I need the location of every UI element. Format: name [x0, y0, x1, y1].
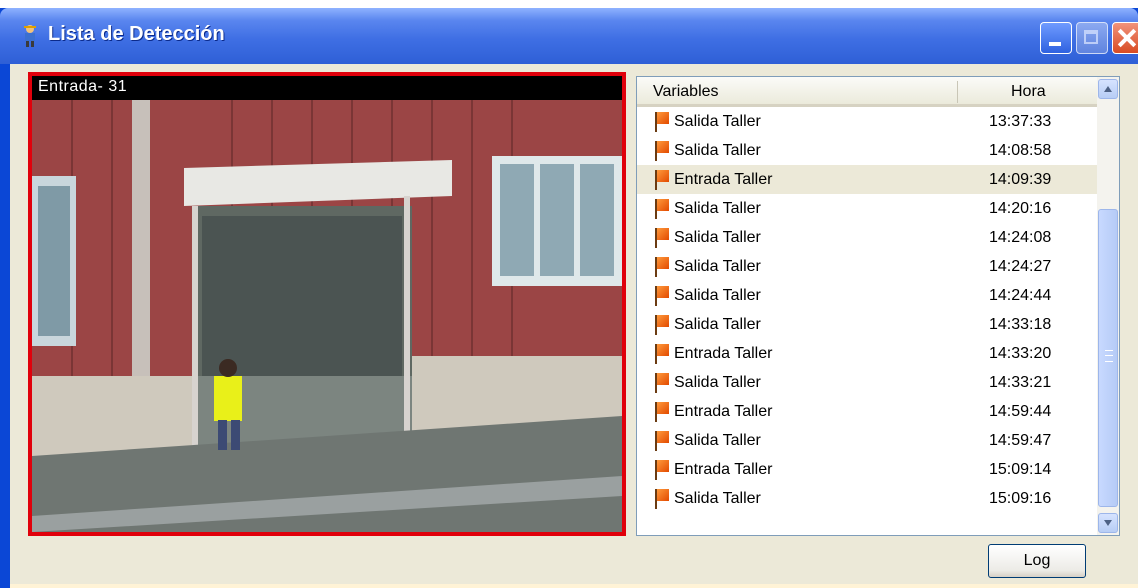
flag-icon: [655, 489, 669, 509]
time-label: 14:33:21: [989, 374, 1052, 391]
flag-icon: [655, 373, 669, 393]
flag-icon: [655, 431, 669, 451]
time-label: 14:33:18: [989, 316, 1052, 333]
maximize-button[interactable]: [1076, 22, 1108, 54]
grip-icon: [1105, 350, 1113, 362]
status-strip: [10, 584, 1138, 588]
variable-label: Entrada Taller: [674, 403, 773, 420]
list-item[interactable]: Salida Taller 14:24:27: [637, 252, 1097, 281]
camera-frame: [32, 76, 622, 532]
scroll-thumb[interactable]: [1098, 209, 1118, 507]
client-area: Entrada- 31 Variables Hora Salida Taller…: [10, 64, 1138, 588]
listview-header: Variables Hora: [637, 77, 1097, 107]
detection-listview[interactable]: Variables Hora Salida Taller 13:37:33 Sali…: [636, 76, 1120, 536]
detection-list-window: Lista de Detección Entrada- 31 Variables…: [0, 8, 1138, 588]
variable-label: Salida Taller: [674, 316, 761, 333]
listview-rows: Salida Taller 13:37:33 Salida Taller 14:08:…: [637, 107, 1097, 513]
variable-label: Salida Taller: [674, 374, 761, 391]
list-item[interactable]: Salida Taller 13:37:33: [637, 107, 1097, 136]
log-button[interactable]: Log: [988, 544, 1086, 578]
flag-icon: [655, 141, 669, 161]
list-item[interactable]: Salida Taller 14:08:58: [637, 136, 1097, 165]
time-label: 15:09:16: [989, 490, 1052, 507]
title-bar[interactable]: Lista de Detección: [0, 8, 1138, 64]
variable-label: Salida Taller: [674, 113, 761, 130]
list-item[interactable]: Salida Taller 14:33:18: [637, 310, 1097, 339]
variable-label: Salida Taller: [674, 142, 761, 159]
variable-label: Salida Taller: [674, 490, 761, 507]
column-header-variables[interactable]: Variables: [653, 83, 719, 101]
time-label: 14:24:08: [989, 229, 1052, 246]
camera-view: Entrada- 31: [28, 72, 626, 536]
variable-label: Salida Taller: [674, 287, 761, 304]
flag-icon: [655, 344, 669, 364]
list-item[interactable]: Salida Taller 14:59:47: [637, 426, 1097, 455]
person-icon: [24, 25, 36, 47]
column-header-hora[interactable]: Hora: [1011, 83, 1046, 101]
flag-icon: [655, 315, 669, 335]
flag-icon: [655, 199, 669, 219]
variable-label: Salida Taller: [674, 258, 761, 275]
time-label: 14:08:58: [989, 142, 1052, 159]
variable-label: Entrada Taller: [674, 171, 773, 188]
vertical-scrollbar[interactable]: [1097, 77, 1119, 535]
window-title: Lista de Detección: [48, 23, 225, 45]
list-item[interactable]: Entrada Taller 15:09:14: [637, 455, 1097, 484]
time-label: 14:33:20: [989, 345, 1052, 362]
list-item[interactable]: Entrada Taller 14:59:44: [637, 397, 1097, 426]
list-item[interactable]: Salida Taller 14:24:44: [637, 281, 1097, 310]
list-item[interactable]: Salida Taller 14:33:21: [637, 368, 1097, 397]
time-label: 14:59:47: [989, 432, 1052, 449]
flag-icon: [655, 112, 669, 132]
minimize-button[interactable]: [1040, 22, 1072, 54]
list-item[interactable]: Salida Taller 15:09:16: [637, 484, 1097, 513]
column-divider[interactable]: [957, 81, 958, 103]
time-label: 14:20:16: [989, 200, 1052, 217]
flag-icon: [655, 228, 669, 248]
time-label: 14:59:44: [989, 403, 1052, 420]
time-label: 14:24:44: [989, 287, 1052, 304]
variable-label: Entrada Taller: [674, 461, 773, 478]
variable-label: Salida Taller: [674, 229, 761, 246]
flag-icon: [655, 402, 669, 422]
variable-label: Salida Taller: [674, 200, 761, 217]
flag-icon: [655, 257, 669, 277]
list-item[interactable]: Entrada Taller 14:09:39: [637, 165, 1097, 194]
list-item[interactable]: Salida Taller 14:20:16: [637, 194, 1097, 223]
time-label: 13:37:33: [989, 113, 1052, 130]
list-item[interactable]: Entrada Taller 14:33:20: [637, 339, 1097, 368]
time-label: 14:24:27: [989, 258, 1052, 275]
close-button[interactable]: [1112, 22, 1138, 54]
camera-label: Entrada- 31: [38, 78, 128, 95]
time-label: 15:09:14: [989, 461, 1052, 478]
variable-label: Salida Taller: [674, 432, 761, 449]
scroll-up-button[interactable]: [1098, 79, 1118, 99]
flag-icon: [655, 286, 669, 306]
flag-icon: [655, 170, 669, 190]
flag-icon: [655, 460, 669, 480]
variable-label: Entrada Taller: [674, 345, 773, 362]
list-item[interactable]: Salida Taller 14:24:08: [637, 223, 1097, 252]
time-label: 14:09:39: [989, 171, 1052, 188]
camera-label-bar: Entrada- 31: [32, 76, 622, 100]
scroll-down-button[interactable]: [1098, 513, 1118, 533]
